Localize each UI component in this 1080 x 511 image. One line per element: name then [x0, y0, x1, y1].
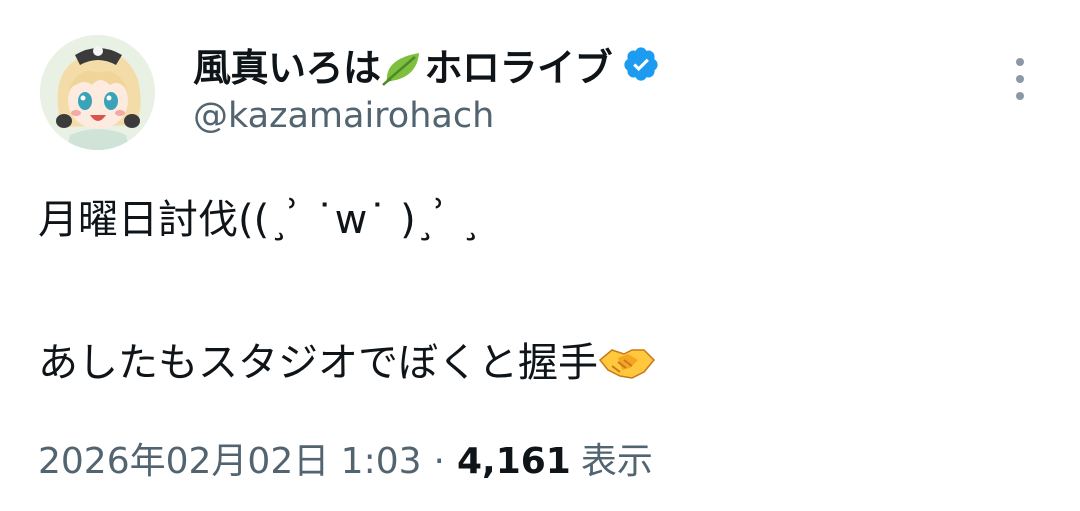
avatar-image — [40, 35, 155, 150]
more-options-icon[interactable] — [1008, 58, 1032, 100]
avatar[interactable] — [40, 35, 155, 150]
name-row: 風真いろは ホロライブ — [193, 38, 993, 90]
meta-separator: · — [433, 441, 445, 482]
tweet[interactable]: 風真いろは ホロライブ @kazamairohach 月曜日討伐((¸ ͗ ˙ᴡ… — [0, 0, 1080, 511]
tweet-text-line-1: 月曜日討伐((¸ ͗ ˙ᴡ˙ )¸ ͗ ¸ — [38, 197, 482, 243]
display-name-text: 風真いろは — [193, 45, 381, 90]
author-block: 風真いろは ホロライブ @kazamairohach — [193, 38, 993, 136]
verified-badge-icon[interactable] — [622, 45, 660, 83]
display-name-suffix: ホロライブ — [424, 45, 613, 90]
display-name[interactable]: 風真いろは ホロライブ — [193, 37, 613, 92]
tweet-text-line-2: あしたもスタジオでぼくと握手 — [38, 330, 656, 388]
tweet-text-line-2-text: あしたもスタジオでぼくと握手 — [38, 340, 598, 386]
views-count[interactable]: 4,161 — [457, 441, 571, 482]
tweet-meta: 2026年02月02日 1:03 · 4,161 表示 — [38, 432, 653, 484]
handshake-icon — [598, 349, 656, 379]
timestamp[interactable]: 2026年02月02日 1:03 — [38, 432, 422, 484]
leaf-icon — [381, 52, 419, 86]
views-label: 表示 — [580, 441, 653, 482]
handle[interactable]: @kazamairohach — [193, 96, 993, 136]
